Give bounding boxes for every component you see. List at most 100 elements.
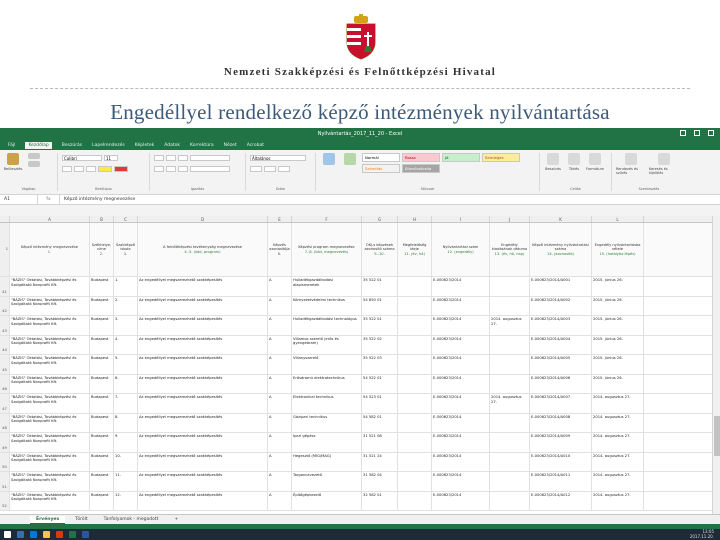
table-cell[interactable]: 32 582 01 bbox=[362, 491, 398, 510]
table-cell[interactable]: 54 850 01 bbox=[362, 296, 398, 315]
table-cell[interactable]: Az engedéllyel megszerezhető szakképesít… bbox=[138, 374, 268, 393]
table-cell[interactable]: 2015. június 26. bbox=[592, 374, 644, 393]
powerpoint-icon[interactable] bbox=[56, 531, 63, 538]
table-cell[interactable]: 35 522 02 bbox=[362, 335, 398, 354]
table-cell[interactable] bbox=[490, 277, 530, 296]
row-number[interactable]: 41 bbox=[0, 277, 10, 296]
table-cell[interactable]: E-000623/2014 bbox=[432, 355, 490, 374]
table-cell[interactable]: Budapest bbox=[90, 472, 114, 491]
fill-color-button[interactable] bbox=[98, 166, 112, 172]
style-neutral[interactable]: Semleges bbox=[482, 153, 520, 162]
table-cell[interactable]: E-000623/2014/A005 bbox=[530, 355, 592, 374]
column-header[interactable]: B bbox=[90, 216, 114, 222]
row-number[interactable]: 47 bbox=[0, 394, 10, 413]
table-cell[interactable]: Építőgépkezelő bbox=[292, 491, 362, 510]
table-cell[interactable] bbox=[490, 491, 530, 510]
ribbon-tab[interactable]: Acrobat bbox=[247, 143, 264, 148]
table-cell[interactable]: E-000623/2014 bbox=[432, 374, 490, 393]
table-cell[interactable]: Az engedéllyel megszerezhető szakképesít… bbox=[138, 472, 268, 491]
table-cell[interactable]: "BÁZIS" Oktatási, Továbbképzési és Szolg… bbox=[10, 491, 90, 510]
column-title[interactable]: Nyilvántartási szám 12. (engedély) bbox=[432, 223, 490, 276]
table-cell[interactable]: E-000623/2014/A003 bbox=[530, 316, 592, 335]
row-number[interactable]: 48 bbox=[0, 413, 10, 432]
ribbon-tab[interactable]: Lapelrendezés bbox=[92, 143, 125, 148]
table-cell[interactable]: "BÁZIS" Oktatási, Továbbképzési és Szolg… bbox=[10, 472, 90, 491]
style-calculation[interactable]: Számítás bbox=[362, 164, 400, 173]
column-title[interactable]: Képző intézmény nyilvántartási száma 14. … bbox=[530, 223, 592, 276]
row-number[interactable]: 44 bbox=[0, 335, 10, 354]
column-header[interactable]: H bbox=[398, 216, 432, 222]
vertical-scrollbar[interactable] bbox=[712, 216, 720, 514]
table-cell[interactable]: "BÁZIS" Oktatási, Továbbképzési és Szolg… bbox=[10, 355, 90, 374]
table-cell[interactable]: E-000623/2014/A009 bbox=[530, 433, 592, 452]
style-check-cell[interactable]: Ellenőrzőcella bbox=[402, 164, 440, 173]
column-header[interactable]: C bbox=[114, 216, 138, 222]
table-cell[interactable]: E-000623/2014 bbox=[432, 433, 490, 452]
table-cell[interactable] bbox=[398, 413, 432, 432]
table-cell[interactable]: E-000623/2014/A001 bbox=[530, 277, 592, 296]
row-number[interactable]: 45 bbox=[0, 355, 10, 374]
table-cell[interactable]: 12. bbox=[114, 491, 138, 510]
table-cell[interactable]: Budapest bbox=[90, 413, 114, 432]
table-cell[interactable]: 54 522 01 bbox=[362, 374, 398, 393]
column-header[interactable]: F bbox=[292, 216, 362, 222]
merge-center-button[interactable] bbox=[190, 166, 230, 172]
table-cell[interactable] bbox=[398, 394, 432, 413]
table-cell[interactable]: 31 521 24 bbox=[362, 452, 398, 471]
select-all-corner[interactable] bbox=[0, 216, 10, 222]
file-explorer-icon[interactable] bbox=[43, 531, 50, 538]
align-middle-button[interactable] bbox=[166, 155, 176, 161]
number-format-select[interactable]: Általános bbox=[250, 155, 306, 161]
row-number[interactable]: 51 bbox=[0, 472, 10, 491]
paste-button[interactable]: Beillesztés bbox=[4, 153, 22, 171]
table-cell[interactable]: 6. bbox=[114, 374, 138, 393]
column-header[interactable]: K bbox=[530, 216, 592, 222]
table-cell[interactable]: 2015. június 26. bbox=[592, 316, 644, 335]
table-cell[interactable]: Gázipari technikus bbox=[292, 413, 362, 432]
table-cell[interactable]: Villanyszerelő bbox=[292, 355, 362, 374]
table-cell[interactable]: E-000623/2014 bbox=[432, 296, 490, 315]
column-title[interactable]: Képzés azonosítója 6. bbox=[268, 223, 292, 276]
table-cell[interactable]: "BÁZIS" Oktatási, Továbbképzési és Szolg… bbox=[10, 413, 90, 432]
row-number[interactable]: 49 bbox=[0, 433, 10, 452]
table-cell[interactable]: 35 522 03 bbox=[362, 355, 398, 374]
table-cell[interactable]: E-000623/2014 bbox=[432, 413, 490, 432]
table-cell[interactable]: Az engedéllyel megszerezhető szakképesít… bbox=[138, 394, 268, 413]
column-title[interactable]: Engedély kiadásának dátuma 13. (év, hó, n… bbox=[490, 223, 530, 276]
table-cell[interactable]: Budapest bbox=[90, 277, 114, 296]
table-cell[interactable]: 1. bbox=[114, 277, 138, 296]
table-cell[interactable]: A bbox=[268, 413, 292, 432]
table-cell[interactable]: "BÁZIS" Oktatási, Továbbképzési és Szolg… bbox=[10, 335, 90, 354]
column-header[interactable]: D bbox=[138, 216, 268, 222]
minimize-icon[interactable] bbox=[680, 130, 686, 136]
table-cell[interactable]: E-000623/2014 bbox=[432, 491, 490, 510]
table-cell[interactable] bbox=[490, 335, 530, 354]
table-cell[interactable] bbox=[398, 316, 432, 335]
table-cell[interactable]: 11. bbox=[114, 472, 138, 491]
table-cell[interactable]: Az engedéllyel megszerezhető szakképesít… bbox=[138, 433, 268, 452]
insert-button[interactable]: Beszúrás bbox=[544, 153, 562, 171]
font-size-select[interactable]: 11 bbox=[104, 155, 118, 161]
table-cell[interactable]: 10. bbox=[114, 452, 138, 471]
style-bad[interactable]: Rossz bbox=[402, 153, 440, 162]
ribbon-tab[interactable]: Korrektúra bbox=[190, 143, 214, 148]
table-cell[interactable]: A bbox=[268, 394, 292, 413]
table-cell[interactable] bbox=[490, 374, 530, 393]
table-cell[interactable]: Budapest bbox=[90, 452, 114, 471]
column-header[interactable]: L bbox=[592, 216, 644, 222]
table-cell[interactable]: Az engedéllyel megszerezhető szakképesít… bbox=[138, 296, 268, 315]
table-cell[interactable]: Az engedéllyel megszerezhető szakképesít… bbox=[138, 413, 268, 432]
align-center-button[interactable] bbox=[166, 166, 176, 172]
table-cell[interactable]: 9. bbox=[114, 433, 138, 452]
column-title[interactable]: A felnőttképzési tevékenység megnevezése… bbox=[138, 223, 268, 276]
table-cell[interactable]: A bbox=[268, 316, 292, 335]
table-cell[interactable]: E-000623/2014/A004 bbox=[530, 335, 592, 354]
table-cell[interactable]: 2014. augusztus 27. bbox=[592, 433, 644, 452]
table-cell[interactable]: Budapest bbox=[90, 355, 114, 374]
table-cell[interactable]: E-000623/2014 bbox=[432, 472, 490, 491]
cut-copy-buttons[interactable] bbox=[25, 153, 43, 167]
table-cell[interactable]: Budapest bbox=[90, 335, 114, 354]
table-cell[interactable]: A bbox=[268, 491, 292, 510]
table-cell[interactable]: 2014. augusztus 27. bbox=[592, 491, 644, 510]
table-cell[interactable]: Hegesztő (MIG/MAG) bbox=[292, 452, 362, 471]
